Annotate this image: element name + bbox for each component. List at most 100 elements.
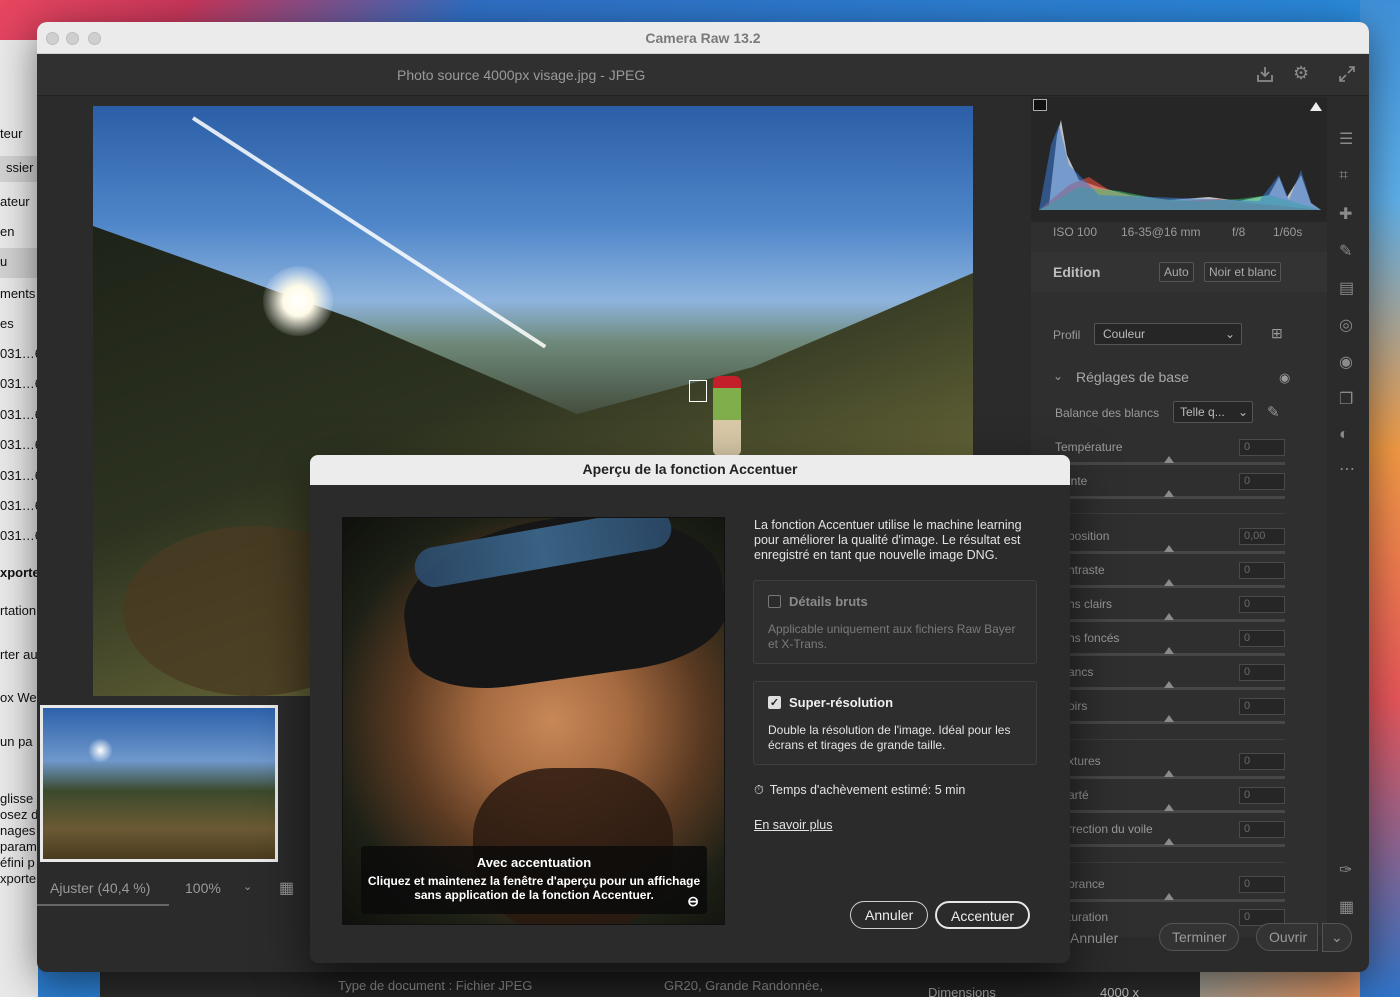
finder-item[interactable]: en (0, 224, 14, 239)
sampler-icon[interactable]: ✑ (1339, 860, 1352, 880)
healing-icon[interactable]: ✚ (1339, 204, 1352, 224)
wb-label: Balance des blancs (1055, 406, 1160, 420)
finder-item: nages (0, 823, 36, 838)
preview-focus-box[interactable] (689, 380, 707, 402)
super-resolution-checkbox[interactable]: ✓ (768, 696, 781, 709)
finder-item[interactable]: 031…6 (0, 346, 38, 361)
slider-knob[interactable] (1164, 681, 1174, 688)
finder-item[interactable]: ssier (0, 156, 38, 182)
eye-icon[interactable]: ◉ (1279, 370, 1290, 386)
dialog-cancel-button[interactable]: Annuler (850, 901, 929, 929)
finder-item[interactable]: 031…6 (0, 407, 38, 422)
finder-item[interactable]: 031…6 (0, 437, 38, 452)
slider-knob[interactable] (1164, 647, 1174, 654)
tint-slider[interactable] (1053, 490, 1285, 499)
slider-knob[interactable] (1164, 613, 1174, 620)
more-icon[interactable]: ⋯ (1339, 459, 1355, 479)
save-icon[interactable] (1255, 64, 1275, 89)
snapshots-icon[interactable]: ❐ (1339, 389, 1353, 409)
finder-item[interactable]: u (0, 248, 38, 278)
slider-value[interactable]: 0 (1239, 753, 1285, 770)
enhance-button[interactable]: Accentuer (935, 901, 1031, 929)
gradient-icon[interactable]: ▤ (1339, 278, 1354, 298)
brush-icon[interactable]: ✎ (1339, 241, 1352, 261)
basic-section-title[interactable]: Réglages de base (1076, 369, 1189, 385)
slider-value[interactable]: 0 (1239, 439, 1285, 456)
vibrance-slider[interactable] (1053, 893, 1285, 902)
document-bar: Photo source 4000px visage.jpg - JPEG ⚙ (37, 54, 1369, 96)
chevron-down-icon[interactable]: ⌄ (243, 880, 252, 893)
shadow-clipping-icon[interactable] (1033, 99, 1047, 111)
zoom-percent[interactable]: 100% (185, 880, 221, 896)
gear-icon[interactable]: ⚙ (1293, 63, 1309, 84)
finder-item[interactable]: 031…6 (0, 498, 38, 513)
slider-knob[interactable] (1164, 770, 1174, 777)
slider-value[interactable]: 0 (1239, 821, 1285, 838)
slider-value[interactable]: 0 (1239, 596, 1285, 613)
open-button[interactable]: Ouvrir (1256, 923, 1319, 951)
finder-item[interactable]: rter au (0, 647, 38, 662)
shadows-slider[interactable] (1053, 647, 1285, 656)
slider-value[interactable]: 0 (1239, 787, 1285, 804)
finder-item[interactable]: rtation (0, 603, 36, 618)
highlight-clipping-icon[interactable] (1309, 99, 1323, 111)
temperature-slider[interactable] (1053, 456, 1285, 465)
red-eye-icon[interactable]: ◉ (1339, 352, 1353, 372)
profile-browser-icon[interactable]: ⊞ (1271, 325, 1283, 342)
slider-value[interactable]: 0 (1239, 698, 1285, 715)
finder-item[interactable]: es (0, 316, 14, 331)
chevron-down-icon[interactable]: ⌄ (1053, 369, 1063, 383)
slider-knob[interactable] (1164, 490, 1174, 497)
crop-icon[interactable]: ⌗ (1339, 167, 1348, 185)
slider-value[interactable]: 0 (1239, 562, 1285, 579)
wb-select[interactable]: Telle q... ⌄ (1173, 401, 1253, 423)
slider-value[interactable]: 0 (1239, 473, 1285, 490)
finder-item[interactable]: 031…6 (0, 468, 38, 483)
grid-icon[interactable]: ▦ (1339, 897, 1354, 917)
finder-item[interactable]: ox Wel (0, 690, 38, 705)
slider-value[interactable]: 0 (1239, 630, 1285, 647)
zoom-out-icon[interactable]: ⊖ (687, 894, 699, 908)
highlights-slider[interactable] (1053, 613, 1285, 622)
profile-select[interactable]: Couleur ⌄ (1094, 323, 1242, 345)
done-button[interactable]: Terminer (1159, 923, 1240, 951)
slider-knob[interactable] (1164, 715, 1174, 722)
learn-more-link[interactable]: En savoir plus (754, 818, 833, 832)
finder-item[interactable]: 031…6 (0, 528, 38, 543)
exposure-slider[interactable] (1053, 545, 1285, 554)
slider-value[interactable]: 0 (1239, 664, 1285, 681)
finder-item[interactable]: ments (0, 286, 35, 301)
blacks-slider[interactable] (1053, 715, 1285, 724)
display-options-icon[interactable]: ▦ (279, 878, 294, 898)
auto-button[interactable]: Auto (1159, 262, 1194, 282)
enhance-preview-image[interactable]: Avec accentuation Cliquez et maintenez l… (342, 517, 725, 925)
black-white-button[interactable]: Noir et blanc (1204, 262, 1282, 282)
edit-sliders-icon[interactable]: ☰ (1339, 129, 1353, 149)
finder-item[interactable]: ateur (0, 194, 30, 209)
presets-icon[interactable]: ◐ (1339, 426, 1349, 444)
fullscreen-icon[interactable] (1337, 64, 1357, 89)
whites-slider[interactable] (1053, 681, 1285, 690)
raw-details-checkbox[interactable] (768, 595, 781, 608)
filmstrip-thumbnail[interactable] (40, 705, 278, 862)
finder-item[interactable]: teur (0, 126, 22, 141)
slider-knob[interactable] (1164, 579, 1174, 586)
slider-value[interactable]: 0,00 (1239, 528, 1285, 545)
dehaze-slider[interactable] (1053, 838, 1285, 847)
clarity-slider[interactable] (1053, 804, 1285, 813)
open-options-chevron-icon[interactable]: ⌄ (1322, 923, 1352, 952)
finder-item[interactable]: 031…6 (0, 376, 38, 391)
contrast-slider[interactable] (1053, 579, 1285, 588)
cancel-button[interactable]: Annuler (1070, 930, 1118, 946)
slider-knob[interactable] (1164, 838, 1174, 845)
slider-value[interactable]: 0 (1239, 876, 1285, 893)
texture-slider[interactable] (1053, 770, 1285, 779)
zoom-fit-button[interactable]: Ajuster (40,4 %) (50, 880, 150, 896)
slider-knob[interactable] (1164, 893, 1174, 900)
radial-filter-icon[interactable]: ◎ (1339, 315, 1353, 335)
eyedropper-icon[interactable]: ✎ (1267, 403, 1280, 421)
slider-knob[interactable] (1164, 804, 1174, 811)
finder-item[interactable]: xporte (0, 565, 38, 580)
slider-knob[interactable] (1164, 456, 1174, 463)
slider-knob[interactable] (1164, 545, 1174, 552)
